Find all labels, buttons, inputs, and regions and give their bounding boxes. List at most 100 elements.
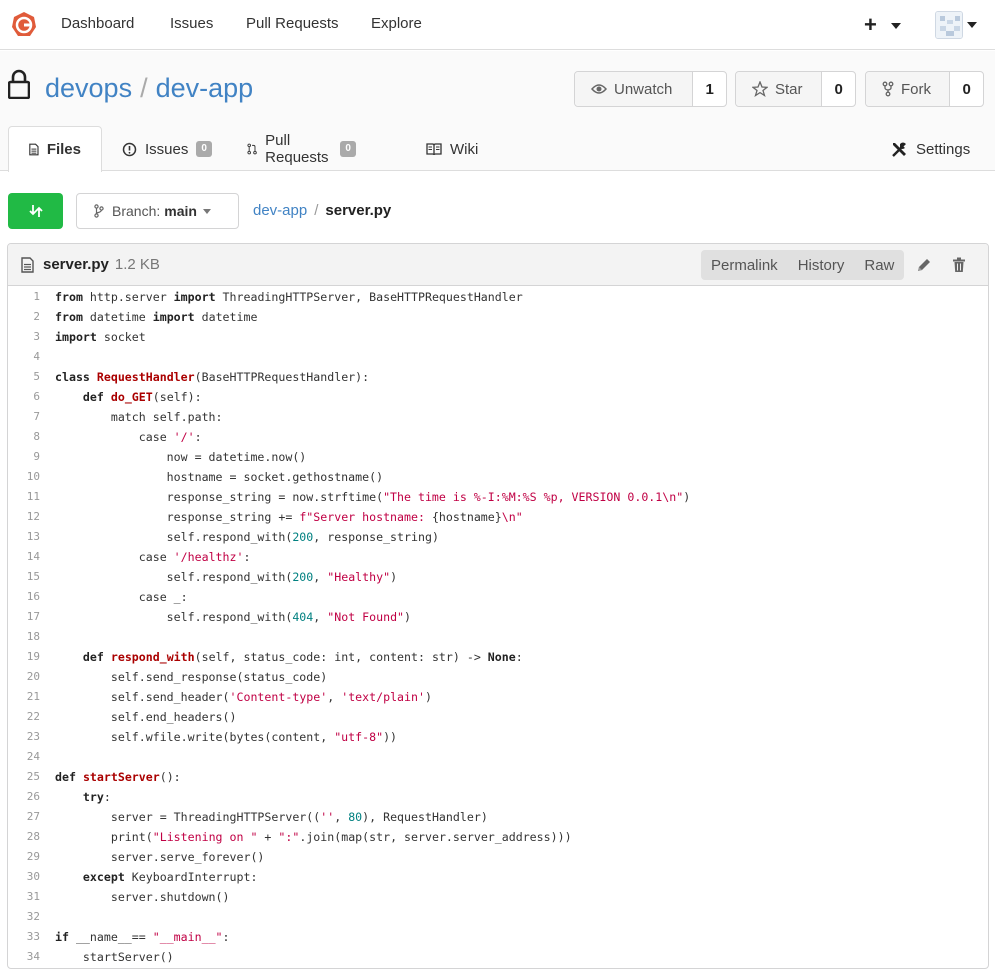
repo-name-link[interactable]: dev-app: [156, 73, 254, 103]
code-token: try: [82, 790, 104, 804]
code-line: 12 response_string += f"Server hostname:…: [8, 507, 988, 527]
line-number[interactable]: 34: [8, 947, 40, 967]
code-token: hostname = socket.gethostname(): [55, 470, 384, 484]
gitea-logo-icon[interactable]: [10, 11, 38, 39]
line-number[interactable]: 11: [8, 487, 40, 507]
code-line: 1 from http.server import ThreadingHTTPSe…: [8, 287, 988, 307]
nav-dashboard[interactable]: Dashboard: [61, 15, 134, 32]
compare-button[interactable]: [8, 193, 63, 229]
code-token: def: [55, 770, 76, 784]
tab-issues[interactable]: Issues 0: [122, 126, 212, 172]
avatar[interactable]: [935, 11, 963, 39]
code-line: 33 if __name__== "__main__":: [8, 927, 988, 947]
line-number[interactable]: 26: [8, 787, 40, 807]
code-text: class RequestHandler(BaseHTTPRequestHand…: [55, 367, 369, 387]
code-token: server = ThreadingHTTPServer((: [55, 810, 321, 824]
line-number[interactable]: 22: [8, 707, 40, 727]
nav-pull-requests[interactable]: Pull Requests: [246, 15, 339, 32]
line-number[interactable]: 25: [8, 767, 40, 787]
permalink-button[interactable]: Permalink: [701, 250, 788, 280]
line-number[interactable]: 7: [8, 407, 40, 427]
tab-settings[interactable]: Settings: [891, 126, 970, 172]
star-button[interactable]: Star: [736, 72, 823, 106]
pencil-icon[interactable]: [916, 257, 932, 273]
code-line: 32: [8, 907, 988, 927]
code-token: \n": [501, 510, 523, 524]
line-number[interactable]: 12: [8, 507, 40, 527]
trash-icon[interactable]: [952, 257, 966, 273]
line-number[interactable]: 4: [8, 347, 40, 367]
line-number[interactable]: 29: [8, 847, 40, 867]
fork-button[interactable]: Fork: [866, 72, 951, 106]
line-number[interactable]: 23: [8, 727, 40, 747]
line-number[interactable]: 31: [8, 887, 40, 907]
line-number[interactable]: 16: [8, 587, 40, 607]
line-number[interactable]: 33: [8, 927, 40, 947]
fork-count[interactable]: 0: [950, 72, 983, 106]
code-token: def: [82, 390, 104, 404]
raw-button[interactable]: Raw: [854, 250, 904, 280]
code-line: 34 startServer(): [8, 947, 988, 967]
watch-count[interactable]: 1: [693, 72, 726, 106]
code-token: startServer: [82, 770, 160, 784]
line-number[interactable]: 1: [8, 287, 40, 307]
code-text: case _:: [55, 587, 188, 607]
line-number[interactable]: 15: [8, 567, 40, 587]
tab-files[interactable]: Files: [8, 126, 102, 172]
line-number[interactable]: 19: [8, 647, 40, 667]
tab-pull-requests[interactable]: Pull Requests 0: [247, 126, 356, 172]
code-text: startServer(): [55, 947, 174, 967]
history-button[interactable]: History: [788, 250, 855, 280]
code-line: 7 match self.path:: [8, 407, 988, 427]
nav-issues[interactable]: Issues: [170, 15, 213, 32]
line-number[interactable]: 32: [8, 907, 40, 927]
code-token: 'text/plain': [341, 690, 425, 704]
line-number[interactable]: 27: [8, 807, 40, 827]
code-text: now = datetime.now(): [55, 447, 307, 467]
branch-selector[interactable]: Branch: main: [76, 193, 239, 229]
line-number[interactable]: 6: [8, 387, 40, 407]
code-token: .join(map(str, server.server_address))): [299, 830, 572, 844]
code-text: match self.path:: [55, 407, 223, 427]
chevron-down-icon[interactable]: [967, 22, 977, 28]
line-number[interactable]: 13: [8, 527, 40, 547]
line-number[interactable]: 5: [8, 367, 40, 387]
nav-explore[interactable]: Explore: [371, 15, 422, 32]
line-number[interactable]: 10: [8, 467, 40, 487]
star-count[interactable]: 0: [822, 72, 855, 106]
repo-owner-link[interactable]: devops: [45, 73, 132, 103]
line-number[interactable]: 18: [8, 627, 40, 647]
line-number[interactable]: 17: [8, 607, 40, 627]
code-line: 18: [8, 627, 988, 647]
tab-wiki[interactable]: Wiki: [426, 126, 478, 172]
line-number[interactable]: 20: [8, 667, 40, 687]
code-token: None: [487, 650, 516, 664]
watch-button[interactable]: Unwatch: [575, 72, 694, 106]
pull-request-icon: [247, 143, 257, 155]
breadcrumb-repo-link[interactable]: dev-app: [253, 202, 307, 219]
line-number[interactable]: 9: [8, 447, 40, 467]
code-token: (self):: [152, 390, 202, 404]
code-token: ,: [327, 690, 342, 704]
line-number[interactable]: 8: [8, 427, 40, 447]
line-number[interactable]: 2: [8, 307, 40, 327]
code-token: {hostname}: [431, 510, 502, 524]
line-number[interactable]: 3: [8, 327, 40, 347]
code-line: 14 case '/healthz':: [8, 547, 988, 567]
code-token: ): [390, 570, 398, 584]
line-number[interactable]: 24: [8, 747, 40, 767]
line-number[interactable]: 30: [8, 867, 40, 887]
code-text: case '/healthz':: [55, 547, 251, 567]
create-menu[interactable]: +: [864, 12, 901, 38]
code-line: 6 def do_GET(self):: [8, 387, 988, 407]
line-number[interactable]: 14: [8, 547, 40, 567]
code-token: ,: [313, 610, 328, 624]
line-number[interactable]: 28: [8, 827, 40, 847]
code-text: self.send_response(status_code): [55, 667, 327, 687]
line-number[interactable]: 21: [8, 687, 40, 707]
code-token: def: [82, 650, 104, 664]
code-token: (self, status_code: int, content: str) -…: [194, 650, 488, 664]
